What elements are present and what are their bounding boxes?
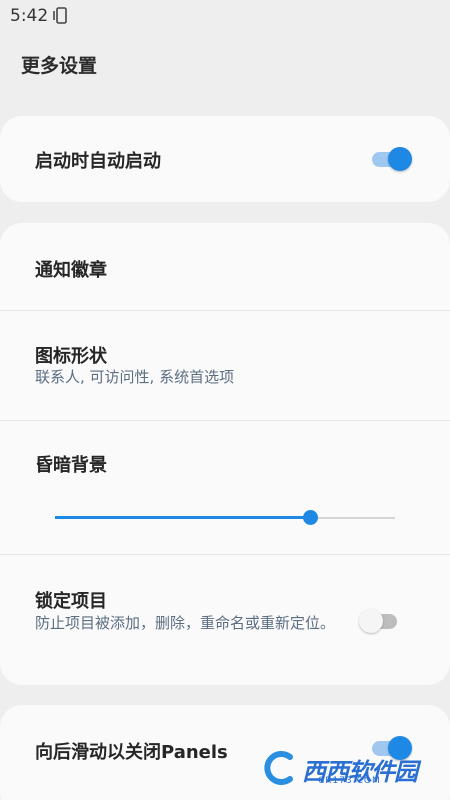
dim-background-label: 昏暗背景 bbox=[35, 455, 107, 476]
dim-background-row: 昏暗背景 bbox=[0, 421, 450, 554]
status-bar: 5:42 bbox=[0, 0, 450, 32]
slider-fill bbox=[55, 516, 310, 519]
settings-card-display: 通知徽章 图标形状 联系人, 可访问性, 系统首选项 昏暗背景 锁定项目 防止项… bbox=[0, 223, 450, 685]
status-time: 5:42 bbox=[10, 6, 49, 26]
notification-badge-label: 通知徽章 bbox=[35, 260, 107, 281]
settings-screen: 5:42 更多设置 启动时自动启动 通知徽章 图标形状 联系人, 可访问性, 系… bbox=[0, 0, 450, 800]
watermark-c-icon bbox=[264, 751, 293, 785]
settings-card-startup: 启动时自动启动 bbox=[0, 116, 450, 202]
swipe-back-label: 向后滑动以关闭Panels bbox=[35, 742, 228, 763]
slider-knob[interactable] bbox=[303, 510, 318, 525]
icon-shape-label: 图标形状 bbox=[35, 346, 107, 367]
phone-vibrate-icon bbox=[52, 7, 70, 25]
notification-badge-row[interactable]: 通知徽章 bbox=[0, 223, 450, 310]
toggle-thumb bbox=[359, 609, 383, 633]
icon-shape-row[interactable]: 图标形状 联系人, 可访问性, 系统首选项 bbox=[0, 311, 450, 420]
watermark-logo: 西西软件园 CR173.COM bbox=[260, 748, 432, 788]
auto-start-row[interactable]: 启动时自动启动 bbox=[0, 116, 450, 202]
toggle-thumb bbox=[388, 147, 412, 171]
lock-items-summary: 防止项目被添加，删除，重命名或重新定位。 bbox=[35, 614, 336, 632]
lock-items-row[interactable]: 锁定项目 防止项目被添加，删除，重命名或重新定位。 bbox=[0, 555, 450, 685]
lock-items-label: 锁定项目 bbox=[35, 591, 107, 612]
dim-background-slider[interactable] bbox=[55, 508, 395, 528]
lock-items-toggle[interactable] bbox=[359, 608, 403, 634]
watermark-sub: CR173.COM bbox=[318, 776, 381, 786]
auto-start-label: 启动时自动启动 bbox=[35, 151, 161, 172]
auto-start-toggle[interactable] bbox=[368, 146, 412, 172]
page-title: 更多设置 bbox=[21, 55, 98, 77]
icon-shape-summary: 联系人, 可访问性, 系统首选项 bbox=[35, 368, 235, 386]
